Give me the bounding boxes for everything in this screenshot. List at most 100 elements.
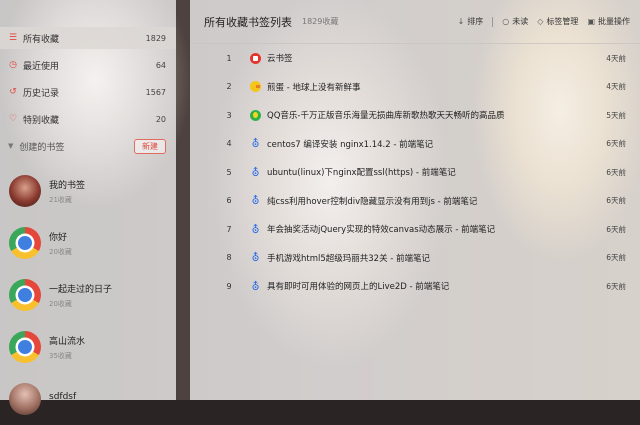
sidebar-item-label: 所有收藏	[23, 34, 60, 45]
sidebar-item-label: 最近使用	[23, 61, 60, 72]
folder-count: 20收藏	[49, 247, 72, 256]
folder-item[interactable]: 我的书签 21收藏	[0, 165, 176, 217]
row-index: 4	[226, 139, 232, 149]
folder-item[interactable]: 高山流水 35收藏	[0, 321, 176, 373]
row-index: 5	[226, 167, 232, 177]
bookmark-row[interactable]: 7 ⛢ 年会抽奖活动jQuery实现的特效canvas动态展示 - 前端笔记 6…	[190, 215, 640, 244]
sidebar-item-count: 20	[155, 114, 166, 124]
tag-manage-label: 标签管理	[546, 17, 579, 26]
bookmark-list-panel: 所有收藏书签列表 1829收藏 ↓ 排序 ○ 未读 ◇ 标签管理 ▣ 批量操作 …	[190, 0, 640, 400]
deer-favicon-icon: ⛢	[251, 222, 260, 236]
list-header: 所有收藏书签列表 1829收藏 ↓ 排序 ○ 未读 ◇ 标签管理 ▣ 批量操作	[190, 0, 640, 44]
bookmark-time: 4天前	[606, 53, 626, 63]
clock-icon: ◷	[9, 60, 17, 70]
bookmark-row[interactable]: 1 云书签 4天前	[190, 44, 640, 73]
unread-label: 未读	[512, 17, 529, 26]
bookmark-row[interactable]: 2 煎蛋 - 地球上没有新鲜事 4天前	[190, 73, 640, 102]
list-icon: ☰	[8, 33, 18, 43]
sidebar-item-favorites[interactable]: ♡ 特别收藏 20	[0, 108, 176, 130]
chrome-icon	[9, 227, 41, 259]
bookmark-title[interactable]: 云书签	[267, 52, 606, 64]
caret-down-icon: ▼	[8, 142, 14, 150]
deer-favicon-icon: ⛢	[251, 279, 260, 293]
tag-manage-button[interactable]: ◇ 标签管理	[537, 16, 578, 27]
folder-name: 你好	[49, 232, 68, 243]
sidebar-item-all[interactable]: ☰ 所有收藏 1829	[0, 27, 176, 49]
sort-button[interactable]: ↓ 排序	[458, 16, 484, 27]
unread-filter-button[interactable]: ○ 未读	[502, 16, 528, 27]
folder-avatar	[9, 383, 41, 415]
bookmark-time: 6天前	[606, 139, 626, 149]
bookmark-row[interactable]: 3 QQ音乐-千万正版音乐海量无损曲库新歌热歌天天畅听的高品质 5天前	[190, 101, 640, 130]
bookmark-time: 5天前	[606, 110, 626, 120]
folder-item[interactable]: 一起走过的日子 20收藏	[0, 269, 176, 321]
folder-name: sdfdsf	[49, 392, 77, 402]
bookmark-row[interactable]: 4 ⛢ centos7 编译安装 nginx1.14.2 - 前端笔记 6天前	[190, 130, 640, 159]
divider	[492, 16, 494, 27]
folder-count: 35收藏	[49, 351, 72, 360]
page-title: 所有收藏书签列表	[204, 15, 292, 29]
folder-name: 高山流水	[49, 336, 86, 347]
created-bookmarks-label: 创建的书签	[19, 142, 65, 153]
bookmark-time: 6天前	[606, 253, 626, 263]
sidebar-item-label: 历史记录	[23, 88, 60, 99]
bookmark-title[interactable]: 手机游戏html5超级玛丽共32关 - 前端笔记	[267, 252, 606, 264]
row-index: 9	[226, 281, 232, 291]
bookmark-list: 1 云书签 4天前 2 煎蛋 - 地球上没有新鲜事 4天前 3 QQ音乐-千万正…	[190, 44, 640, 301]
chrome-icon	[9, 279, 41, 311]
qqmusic-favicon-icon	[250, 109, 261, 121]
new-folder-button[interactable]: 新建	[134, 138, 166, 154]
bookmark-time: 6天前	[606, 281, 626, 291]
bookmark-time: 6天前	[606, 224, 626, 234]
bookmark-row[interactable]: 9 ⛢ 具有即时可用体验的网页上的Live2D - 前端笔记 6天前	[190, 272, 640, 301]
bookmark-row[interactable]: 8 ⛢ 手机游戏html5超级玛丽共32关 - 前端笔记 6天前	[190, 244, 640, 273]
sidebar-item-count: 64	[155, 60, 166, 70]
bookmark-row[interactable]: 5 ⛢ ubuntu(linux)下nginx配置ssl(https) - 前端…	[190, 158, 640, 187]
history-icon: ↺	[9, 87, 17, 97]
sidebar-item-count: 1567	[145, 87, 166, 97]
sidebar-item-history[interactable]: ↺ 历史记录 1567	[0, 81, 176, 103]
sidebar-item-recent[interactable]: ◷ 最近使用 64	[0, 54, 176, 76]
batch-label: 批量操作	[598, 17, 630, 26]
heart-icon: ♡	[8, 114, 18, 124]
sidebar: ☰ 所有收藏 1829 ◷ 最近使用 64 ↺ 历史记录 1567 ♡ 特别收藏…	[0, 0, 176, 415]
bookmark-title[interactable]: centos7 编译安装 nginx1.14.2 - 前端笔记	[267, 138, 606, 150]
bookmark-title[interactable]: QQ音乐-千万正版音乐海量无损曲库新歌热歌天天畅听的高品质	[267, 109, 606, 121]
created-bookmarks-header[interactable]: ▼ 创建的书签 新建	[0, 135, 176, 157]
yunshuqian-favicon-icon	[250, 52, 261, 64]
deer-favicon-icon: ⛢	[251, 251, 260, 265]
folder-item[interactable]: sdfdsf	[0, 373, 176, 425]
bookmark-title[interactable]: 煎蛋 - 地球上没有新鲜事	[267, 81, 606, 93]
folder-name: 我的书签	[49, 180, 86, 191]
sidebar-item-count: 1829	[145, 33, 166, 43]
bookmark-count: 1829收藏	[302, 17, 339, 26]
chrome-icon	[9, 331, 41, 363]
bookmark-time: 6天前	[606, 196, 626, 206]
folder-name: 一起走过的日子	[49, 284, 113, 295]
bookmark-row[interactable]: 6 ⛢ 纯css利用hover控制div隐藏显示没有用到js - 前端笔记 6天…	[190, 187, 640, 216]
folder-count: 21收藏	[49, 195, 72, 204]
bookmark-title[interactable]: 具有即时可用体验的网页上的Live2D - 前端笔记	[267, 280, 606, 292]
bookmark-time: 4天前	[606, 82, 626, 92]
deer-favicon-icon: ⛢	[251, 165, 260, 179]
row-index: 8	[226, 253, 232, 263]
bookmark-title[interactable]: 年会抽奖活动jQuery实现的特效canvas动态展示 - 前端笔记	[267, 223, 606, 235]
sort-arrow-icon: ↓	[457, 17, 465, 26]
circle-icon: ○	[502, 17, 510, 26]
bookmark-title[interactable]: 纯css利用hover控制div隐藏显示没有用到js - 前端笔记	[267, 195, 606, 207]
deer-favicon-icon: ⛢	[251, 194, 260, 208]
folder-item[interactable]: 你好 20收藏	[0, 217, 176, 269]
row-index: 1	[226, 53, 232, 63]
folder-avatar	[9, 175, 41, 207]
deer-favicon-icon: ⛢	[251, 137, 260, 151]
bookmark-title[interactable]: ubuntu(linux)下nginx配置ssl(https) - 前端笔记	[267, 166, 606, 178]
batch-operation-button[interactable]: ▣ 批量操作	[587, 16, 630, 27]
edit-icon: ▣	[587, 17, 595, 26]
row-index: 2	[226, 82, 232, 92]
jandan-favicon-icon	[250, 81, 261, 93]
bookmark-time: 6天前	[606, 167, 626, 177]
folder-count: 20收藏	[49, 299, 72, 308]
sort-label: 排序	[467, 17, 484, 26]
tag-icon: ◇	[537, 17, 544, 26]
row-index: 7	[226, 224, 232, 234]
